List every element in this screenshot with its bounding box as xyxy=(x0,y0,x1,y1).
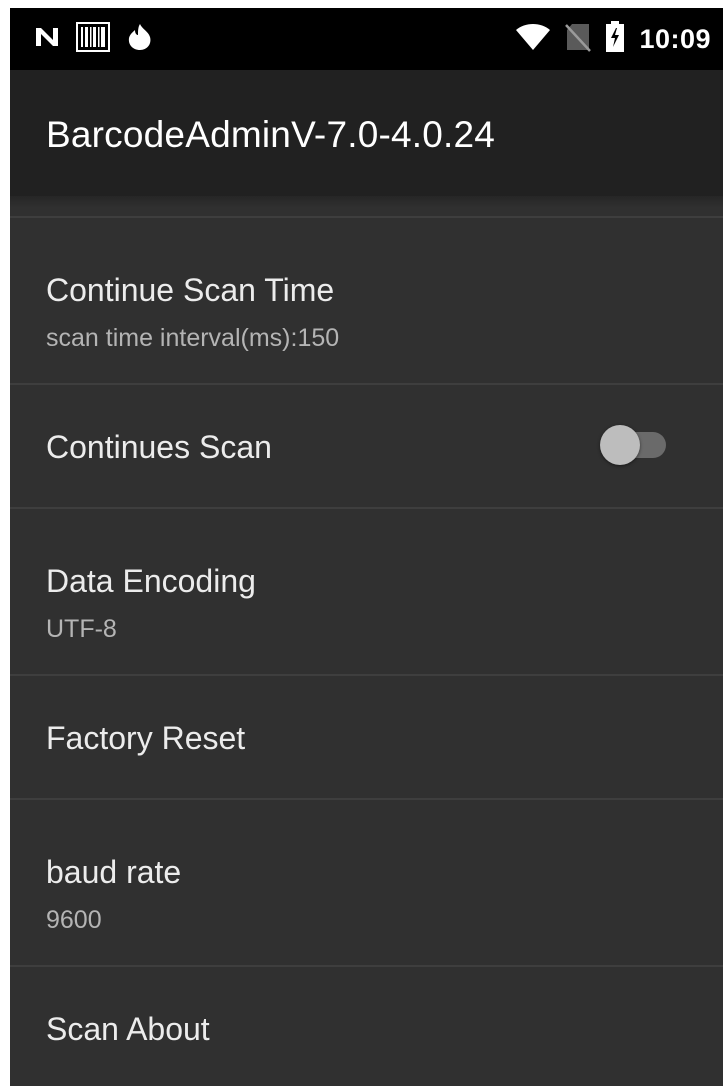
pref-title: baud rate xyxy=(46,854,182,890)
app-title: BarcodeAdminV-7.0-4.0.24 xyxy=(46,114,496,155)
status-notifications xyxy=(34,21,154,57)
pref-summary: 9600 xyxy=(46,906,102,934)
barcode-icon xyxy=(76,21,110,57)
pref-scan-about[interactable]: Scan About xyxy=(10,965,723,1086)
app-bar: BarcodeAdminV-7.0-4.0.24 xyxy=(10,70,723,196)
status-system: 10:09 xyxy=(515,20,711,58)
pref-data-encoding[interactable]: Data Encoding UTF-8 xyxy=(10,507,723,674)
screen: 10:09 BarcodeAdminV-7.0-4.0.24 Continue … xyxy=(10,8,723,1086)
pref-continues-scan[interactable]: Continues Scan xyxy=(10,383,723,507)
continues-scan-switch[interactable] xyxy=(600,425,668,465)
wifi-icon xyxy=(515,23,551,56)
status-time: 10:09 xyxy=(639,23,711,54)
pref-title: Factory Reset xyxy=(46,720,246,756)
battery-icon xyxy=(605,20,625,58)
app-bar-shadow xyxy=(10,196,723,208)
pref-title: Scan About xyxy=(46,1011,210,1047)
pref-summary: UTF-8 xyxy=(46,615,117,643)
switch-thumb xyxy=(600,425,640,465)
pref-summary: scan time interval(ms):150 xyxy=(46,324,340,352)
pref-continue-scan-time[interactable]: Continue Scan Time scan time interval(ms… xyxy=(10,216,723,383)
pref-title: Continues Scan xyxy=(46,429,272,465)
notification-n-icon xyxy=(34,24,60,55)
status-bar: 10:09 xyxy=(10,8,723,70)
flame-icon xyxy=(126,22,154,57)
preference-list: Continue Scan Time scan time interval(ms… xyxy=(10,216,723,1086)
pref-baud-rate[interactable]: baud rate 9600 xyxy=(10,798,723,965)
pref-title: Data Encoding xyxy=(46,563,256,599)
pref-title: Continue Scan Time xyxy=(46,272,335,308)
no-sim-icon xyxy=(565,22,592,57)
pref-factory-reset[interactable]: Factory Reset xyxy=(10,674,723,798)
